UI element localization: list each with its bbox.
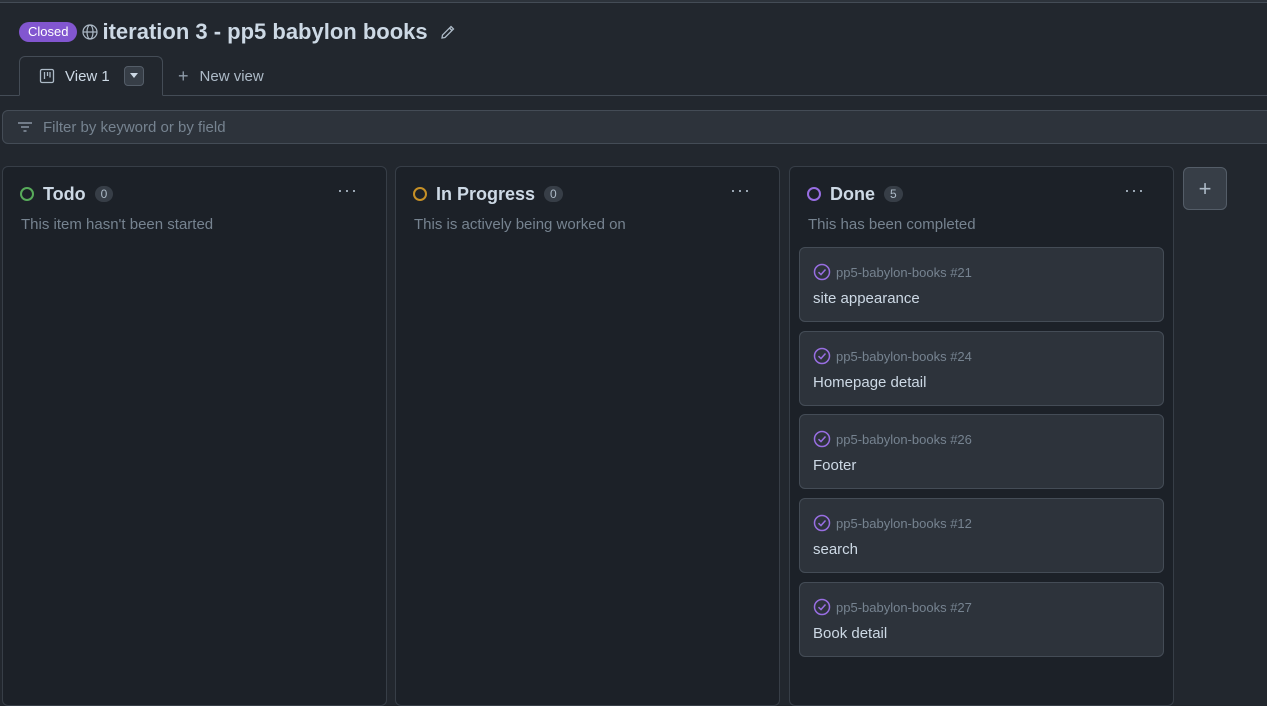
chevron-down-icon <box>130 73 138 78</box>
item-count: 0 <box>94 186 114 202</box>
column-title: Done <box>830 183 875 204</box>
globe-icon <box>82 24 99 40</box>
new-view-label: New view <box>199 68 264 85</box>
column-header: Done 5 <box>807 184 903 204</box>
card-repo-link[interactable]: pp5-babylon-books #12 <box>836 516 972 531</box>
column-title: In Progress <box>436 183 536 204</box>
column-done: Done 5 ··· This has been completed pp5-b… <box>789 166 1174 706</box>
tab-label: View 1 <box>65 67 110 85</box>
view-options-button[interactable] <box>124 66 144 86</box>
card-repo-link[interactable]: pp5-babylon-books #24 <box>836 349 972 364</box>
issue-closed-check-icon <box>813 598 831 616</box>
issue-card[interactable]: pp5-babylon-books #21 site appearance <box>799 247 1164 322</box>
card-meta: pp5-babylon-books #27 <box>813 598 972 616</box>
column-header: Todo 0 <box>20 183 114 204</box>
column-description: This item hasn't been started <box>21 216 214 233</box>
board-icon <box>39 68 55 84</box>
kebab-horizontal-icon[interactable]: ··· <box>730 181 751 199</box>
card-title[interactable]: site appearance <box>813 290 920 307</box>
plus-icon: + <box>178 66 189 86</box>
page-title: iteration 3 - pp5 babylon books <box>102 19 428 44</box>
column-todo: Todo 0 ··· This item hasn't been started <box>2 166 387 706</box>
item-count: 5 <box>884 186 903 202</box>
status-badge: Closed <box>19 22 78 42</box>
card-repo-link[interactable]: pp5-babylon-books #27 <box>836 600 972 615</box>
project-header: Closed iteration 3 - pp5 babylon books <box>19 18 456 46</box>
filter-input[interactable]: Filter by keyword or by field <box>2 110 1267 144</box>
card-title[interactable]: Homepage detail <box>813 374 926 391</box>
issue-card[interactable]: pp5-babylon-books #24 Homepage detail <box>799 331 1164 406</box>
kebab-horizontal-icon[interactable]: ··· <box>337 181 358 199</box>
issue-closed-check-icon <box>813 347 831 365</box>
card-meta: pp5-babylon-books #12 <box>813 514 972 532</box>
card-repo-link[interactable]: pp5-babylon-books #26 <box>836 432 972 447</box>
issue-closed-check-icon <box>813 514 831 532</box>
status-circle-icon <box>20 187 34 201</box>
card-meta: pp5-babylon-books #24 <box>813 347 972 365</box>
card-meta: pp5-babylon-books #26 <box>813 430 972 448</box>
new-view-button[interactable]: + New view <box>178 66 264 87</box>
status-circle-icon <box>413 187 427 201</box>
plus-icon: + <box>1198 175 1212 201</box>
column-in-progress: In Progress 0 ··· This is actively being… <box>395 166 780 706</box>
filter-icon <box>17 119 33 135</box>
card-title[interactable]: Footer <box>813 457 856 474</box>
column-description: This has been completed <box>808 216 976 233</box>
tab-view-1[interactable]: View 1 <box>19 56 163 96</box>
top-border <box>0 0 1267 3</box>
card-meta: pp5-babylon-books #21 <box>813 263 972 281</box>
item-count: 0 <box>544 186 563 202</box>
card-repo-link[interactable]: pp5-babylon-books #21 <box>836 265 972 280</box>
issue-card[interactable]: pp5-babylon-books #27 Book detail <box>799 582 1164 657</box>
column-title: Todo <box>43 183 86 204</box>
add-column-button[interactable]: + <box>1183 167 1227 210</box>
pencil-icon[interactable] <box>440 24 456 40</box>
kebab-horizontal-icon[interactable]: ··· <box>1124 181 1145 199</box>
filter-placeholder: Filter by keyword or by field <box>43 118 226 136</box>
card-title[interactable]: search <box>813 541 858 558</box>
card-title[interactable]: Book detail <box>813 625 887 642</box>
issue-card[interactable]: pp5-babylon-books #12 search <box>799 498 1164 573</box>
column-description: This is actively being worked on <box>414 216 626 233</box>
issue-card[interactable]: pp5-babylon-books #26 Footer <box>799 414 1164 489</box>
column-header: In Progress 0 <box>413 184 563 204</box>
issue-closed-check-icon <box>813 263 831 281</box>
status-circle-icon <box>807 187 821 201</box>
view-tabs: View 1 + New view <box>0 56 1267 96</box>
issue-closed-check-icon <box>813 430 831 448</box>
